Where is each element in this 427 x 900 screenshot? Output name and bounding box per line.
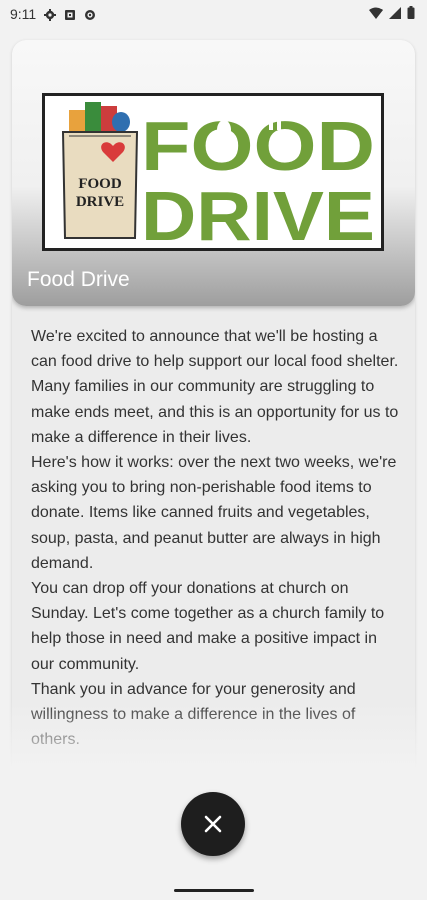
logo-big-text-drive: DRIVE (141, 177, 375, 248)
bottom-fade (0, 700, 427, 770)
grocery-item-icon (85, 102, 101, 132)
grocery-box-icon (69, 110, 87, 132)
spoon-icon (217, 120, 231, 140)
sim-card-icon (64, 8, 76, 20)
signal-icon (389, 6, 401, 22)
food-drive-logo: FOOD DRIVE FOOD DRIVE (42, 93, 384, 255)
close-button[interactable] (181, 792, 245, 856)
gear-icon (44, 8, 57, 21)
paragraph-1: We're excited to announce that we'll be … (31, 328, 399, 446)
bag-text-line1: FOOD (78, 176, 121, 192)
grocery-bottle-icon (112, 112, 130, 132)
card-title: Food Drive (27, 268, 130, 291)
logo-big-text-food: FOOD (141, 107, 375, 185)
food-drive-logo-art: FOOD DRIVE FOOD DRIVE (61, 102, 375, 255)
announcement-body: We're excited to announce that we'll be … (31, 324, 403, 752)
paragraph-3: You can drop off your donations at churc… (31, 580, 385, 673)
status-bar: 9:11 (0, 0, 427, 28)
status-time: 9:11 (10, 6, 37, 22)
close-icon (204, 815, 222, 833)
home-indicator[interactable] (174, 889, 254, 892)
settings-alt-icon (84, 8, 96, 20)
card-header: FOOD DRIVE FOOD DRIVE Food Drive (12, 40, 415, 306)
paragraph-2: Here's how it works: over the next two w… (31, 454, 397, 572)
status-right (369, 6, 415, 22)
wifi-icon (369, 6, 383, 22)
status-left: 9:11 (10, 6, 96, 22)
bag-text-line2: DRIVE (76, 194, 124, 210)
battery-icon (407, 6, 415, 22)
